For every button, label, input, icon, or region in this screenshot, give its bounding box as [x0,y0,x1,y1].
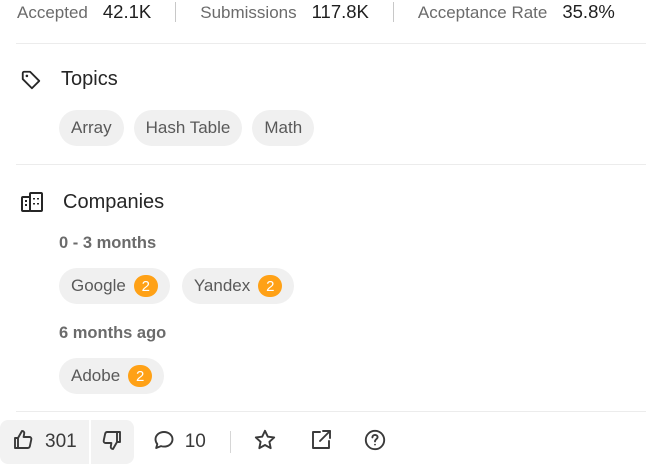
comment-icon [152,428,176,457]
stats-divider [392,2,394,22]
company-tags-recent: Google 2 Yandex 2 [59,268,295,304]
building-icon [20,190,44,214]
thumbs-up-icon [11,428,35,457]
star-icon [253,428,277,457]
topic-tag-array[interactable]: Array [59,110,124,146]
thumbs-down-icon [100,428,124,457]
help-icon [363,428,387,457]
count-badge: 2 [258,275,283,297]
topic-tags: Array Hash Table Math [59,110,315,146]
companies-title: Companies [63,190,165,213]
toolbar-divider [229,431,231,453]
topic-tag-math[interactable]: Math [252,110,315,146]
share-icon [309,428,333,457]
divider [16,411,646,412]
topics-title: Topics [61,68,118,90]
period-label: 0 - 3 months [59,234,157,252]
submissions-label: Submissions [200,3,297,22]
favorite-button[interactable] [253,420,277,464]
stats-bar: Accepted 42.1K Submissions 117.8K Accept… [0,0,646,24]
acceptance-rate-stat: Acceptance Rate 35.8% [418,1,615,23]
like-count: 301 [45,431,77,452]
company-name: Yandex [193,276,251,295]
submissions-stat: Submissions 117.8K [200,1,369,23]
count-badge: 2 [133,275,158,297]
upvote-button[interactable]: 301 [0,420,89,464]
comment-count: 10 [184,431,206,452]
comments-button[interactable]: 10 [152,420,206,464]
topic-tag-hash-table[interactable]: Hash Table [133,110,243,146]
count-badge: 2 [128,365,153,387]
downvote-button[interactable] [91,420,134,464]
acceptance-rate-value: 35.8% [562,1,615,22]
topics-header[interactable]: Topics [20,68,118,91]
share-button[interactable] [309,420,333,464]
company-tags-older: Adobe 2 [59,358,165,394]
action-toolbar: 301 10 [0,420,387,464]
help-button[interactable] [363,420,387,464]
company-tag-google[interactable]: Google 2 [59,268,170,304]
divider [16,164,646,165]
acceptance-rate-label: Acceptance Rate [417,3,548,22]
stats-divider [175,2,177,22]
vote-group: 301 [0,420,134,464]
company-tag-yandex[interactable]: Yandex 2 [181,268,295,304]
company-name: Adobe [71,366,121,385]
accepted-value: 42.1K [102,1,152,22]
company-name: Google [71,276,126,295]
companies-header[interactable]: Companies [20,190,164,214]
divider [16,43,646,44]
accepted-label: Accepted [17,3,88,22]
tag-icon [20,69,42,91]
submissions-value: 117.8K [311,1,369,22]
company-tag-adobe[interactable]: Adobe 2 [59,358,165,394]
accepted-stat: Accepted 42.1K [17,1,151,23]
period-label: 6 months ago [59,324,167,342]
